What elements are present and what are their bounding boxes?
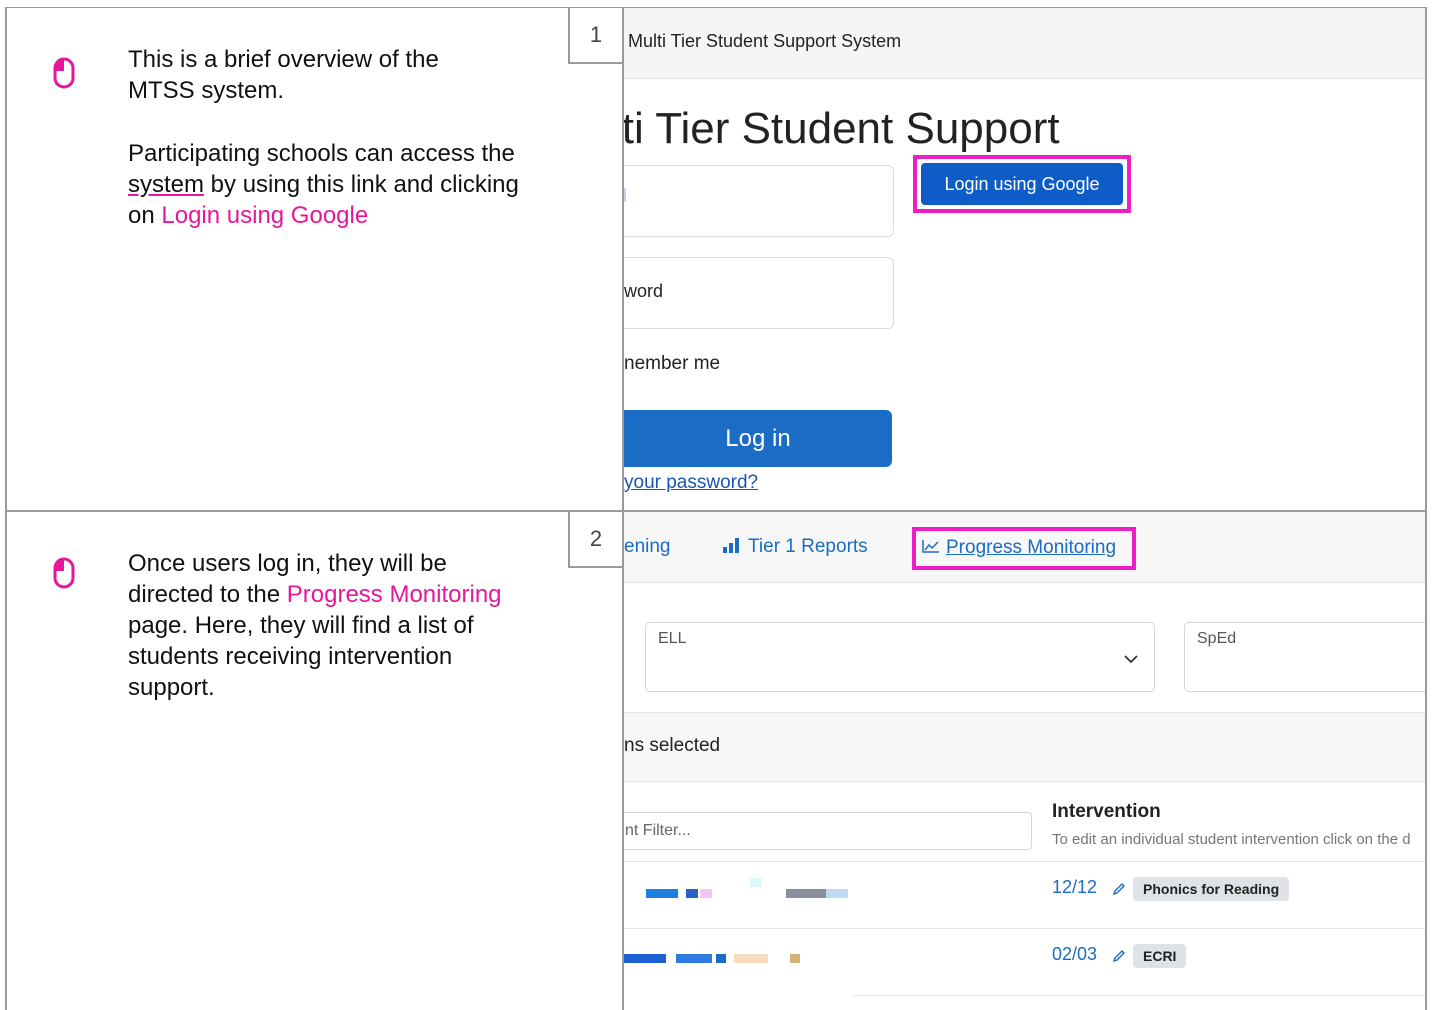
redacted-name (676, 954, 712, 963)
system-link[interactable]: system (128, 171, 204, 198)
ell-select[interactable]: ELL (645, 622, 1155, 692)
selection-count-text: ns selected (624, 735, 721, 756)
remember-me-checkbox[interactable]: nember me (624, 353, 720, 375)
bar-chart-icon (723, 538, 739, 553)
redacted-name (646, 889, 678, 898)
redacted-name (700, 889, 712, 898)
sped-select-label: SpEd (1197, 630, 1237, 647)
row-divider (624, 861, 1425, 862)
login-button[interactable]: Log in (624, 410, 892, 467)
row-divider (624, 928, 1425, 929)
step-2: Once users log in, they will be directed… (7, 512, 1425, 1010)
intervention-date[interactable]: 02/03 (1052, 944, 1097, 965)
page-heading: lti Tier Student Support (624, 104, 1060, 153)
step-1-paragraph-2: Participating schools can access the sys… (128, 140, 519, 229)
password-field[interactable] (624, 257, 894, 329)
step-number-2: 2 (568, 512, 622, 568)
google-login-callout: Login using Google (913, 155, 1131, 213)
forgot-password-link[interactable]: your password? (624, 472, 758, 494)
student-filter-input[interactable]: nt Filter... (624, 812, 1032, 850)
chevron-down-icon (1124, 655, 1138, 664)
intervention-badge: ECRI (1133, 944, 1187, 968)
login-google-button[interactable]: Login using Google (921, 163, 1123, 205)
progress-monitoring-callout: Progress Monitoring (912, 527, 1136, 570)
line-chart-icon (922, 540, 939, 553)
step-number-1: 1 (568, 8, 622, 64)
app-title: \ Multi Tier Student Support System (624, 31, 902, 51)
step-1-paragraph-1: This is a brief overview of the MTSS sys… (128, 46, 439, 104)
selection-bar: ns selected (624, 712, 1425, 782)
redacted-name (734, 954, 768, 963)
frame-column-divider (622, 7, 624, 1010)
redacted-name (750, 878, 762, 887)
app-header: \ Multi Tier Student Support System (624, 8, 1425, 79)
redacted-name (786, 889, 826, 898)
nav-tier1-label: Tier 1 Reports (748, 536, 868, 557)
login-google-highlight: Login using Google (161, 202, 369, 229)
filter-placeholder: nt Filter... (625, 822, 691, 839)
step-1-text-column: This is a brief overview of the MTSS sys… (7, 8, 622, 510)
mouse-click-icon (53, 557, 75, 589)
progress-screenshot: ening Tier 1 Reports Progress Monitoring (624, 512, 1425, 1010)
password-label: word (624, 281, 664, 301)
redacted-name (716, 954, 726, 963)
login-screenshot: \ Multi Tier Student Support System lti … (624, 8, 1425, 510)
step-2-description: Once users log in, they will be directed… (128, 550, 502, 701)
nav-tier1-reports[interactable]: Tier 1 Reports (722, 536, 868, 558)
redacted-name (686, 889, 698, 898)
step-2-text-column: Once users log in, they will be directed… (7, 512, 622, 1010)
sped-select[interactable]: SpEd (1184, 622, 1425, 692)
step-1-description: This is a brief overview of the MTSS sys… (128, 44, 548, 231)
step-1: This is a brief overview of the MTSS sys… (7, 8, 1425, 510)
intervention-badge: Phonics for Reading (1133, 877, 1290, 901)
intervention-column-header: Intervention (1052, 801, 1161, 822)
pencil-icon[interactable] (1112, 882, 1126, 896)
ell-select-label: ELL (658, 630, 687, 647)
redacted-name (790, 954, 800, 963)
email-cursor-mark (624, 188, 626, 202)
row-divider (854, 995, 1425, 996)
redacted-name (826, 889, 848, 898)
intervention-date[interactable]: 12/12 (1052, 877, 1097, 898)
nav-bar: ening Tier 1 Reports Progress Monitoring (624, 512, 1425, 583)
nav-progress-label: Progress Monitoring (946, 537, 1117, 558)
intervention-column-hint: To edit an individual student interventi… (1052, 831, 1411, 848)
pencil-icon[interactable] (1112, 949, 1126, 963)
frame-right (1425, 7, 1427, 1010)
nav-screening[interactable]: ening (624, 536, 671, 558)
progress-monitoring-highlight: Progress Monitoring (286, 581, 502, 608)
redacted-name (624, 954, 666, 963)
email-field[interactable] (624, 165, 894, 237)
mouse-click-icon (53, 57, 75, 89)
nav-progress-monitoring[interactable]: Progress Monitoring (922, 537, 1116, 559)
